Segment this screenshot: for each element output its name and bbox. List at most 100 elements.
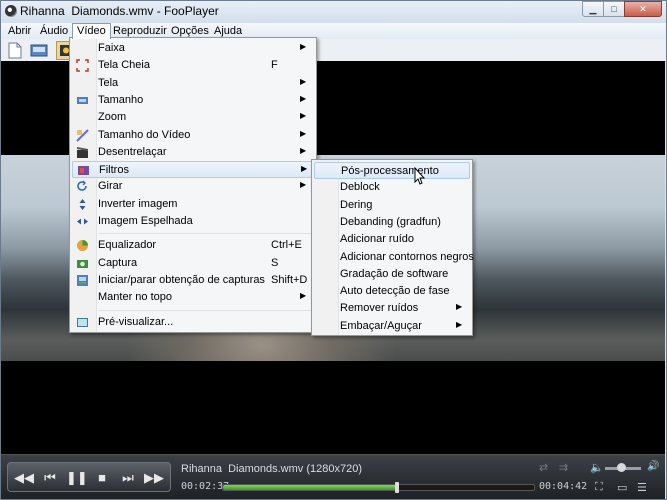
playlist-icon[interactable]: ☰ (637, 481, 647, 494)
fullscreen-toggle-icon[interactable]: ⛶ (595, 481, 603, 494)
window-title: Rihanna Diamonds.wmv - FooPlayer (20, 4, 219, 18)
menu-opcoes[interactable]: Opções (167, 24, 213, 38)
submenu-arrow-icon: ▶ (300, 76, 307, 86)
maximize-button[interactable]: □ (603, 1, 625, 17)
video-menu-item-faixa[interactable]: Faixa ▶ (72, 40, 314, 57)
video-menu-item-imagem-espelhada[interactable]: Imagem Espelhada (72, 213, 314, 230)
pause-button[interactable]: ❚❚ (66, 468, 88, 488)
menu-item-label: Manter no topo (98, 291, 172, 304)
previous-icon: ⏮ (44, 470, 56, 485)
filters-menu-item-auto-deteccao-de-fase[interactable]: Auto detecção de fase (314, 283, 470, 300)
shuffle-icon[interactable]: ⇉ (559, 461, 568, 474)
aspect-icon (76, 128, 89, 142)
filters-menu-item-remover-ruidos[interactable]: Remover ruídos ▶ (314, 300, 470, 317)
filters-menu-item-dering[interactable]: Dering (314, 197, 470, 214)
video-menu-item-captura[interactable]: Captura S (72, 255, 314, 272)
video-menu-item-tamanho[interactable]: Tamanho ▶ (72, 92, 314, 109)
video-menu-item-equalizador[interactable]: Equalizador Ctrl+E (72, 237, 314, 254)
title-bar[interactable]: Rihanna Diamonds.wmv - FooPlayer ▁ □ ✕ (1, 1, 666, 23)
video-menu-item-girar[interactable]: Girar ▶ (72, 178, 314, 195)
filters-menu-item-pos-processamento[interactable]: Pós-processamento (314, 162, 470, 179)
seek-handle[interactable] (395, 482, 400, 493)
menu-item-label: Imagem Espelhada (98, 215, 193, 227)
flip-vertical-icon (76, 198, 89, 211)
video-menu: Faixa ▶ Tela Cheia F Tela ▶ Tamanho ▶ Zoom ▶ Taman… (69, 37, 317, 333)
close-button[interactable]: ✕ (624, 1, 662, 17)
menu-abrir[interactable]: Abrir (4, 24, 35, 38)
video-menu-item-manter-no-topo[interactable]: Manter no topo ▶ (72, 289, 314, 306)
menu-item-label: Desentrelaçar (98, 145, 167, 158)
video-menu-item-iniciar-parar-obtencao-de-capturas[interactable]: Iniciar/parar obtenção de capturas Shift+… (72, 272, 314, 289)
compact-mode-icon[interactable]: ▭ (617, 481, 627, 494)
next-icon: ⏭ (122, 470, 134, 485)
maximize-icon: □ (611, 4, 617, 14)
video-menu-item-tela-cheia[interactable]: Tela Cheia F (72, 57, 314, 74)
menu-item-shortcut: Shift+D (271, 273, 308, 286)
menu-audio[interactable]: Áudio (36, 24, 72, 38)
minimize-icon: ▁ (589, 3, 597, 14)
menu-video[interactable]: Vídeo (72, 23, 111, 39)
seek-progress (223, 485, 398, 490)
menu-item-label: Remover ruídos (340, 302, 419, 315)
speaker-icon[interactable]: 🔈 (590, 461, 604, 474)
stop-icon: ■ (98, 470, 106, 485)
video-menu-item-filtros[interactable]: Filtros ▶ (72, 161, 314, 179)
transport-group: ◀◀ ⏮ ❚❚ ■ ⏭ ▶▶ (7, 462, 171, 492)
video-menu-item-desentrelacar[interactable]: Desentrelaçar ▶ (72, 144, 314, 161)
submenu-arrow-icon: ▶ (300, 111, 307, 121)
menu-item-shortcut: Ctrl+E (271, 239, 302, 252)
capture-multi-icon (76, 274, 89, 287)
menu-item-shortcut: F (271, 59, 278, 72)
rewind-button[interactable]: ◀◀ (14, 468, 34, 488)
rewind-icon: ◀◀ (14, 470, 34, 485)
screenshot-button[interactable] (29, 41, 49, 60)
submenu-arrow-icon: ▶ (301, 164, 308, 174)
menu-item-label: Adicionar contornos negros (340, 250, 474, 263)
menu-separator (98, 309, 314, 311)
filters-menu-item-debanding-gradfun[interactable]: Debanding (gradfun) (314, 214, 470, 231)
filters-menu-item-embacar-agucar[interactable]: Embaçar/Aguçar ▶ (314, 318, 470, 335)
equalizer-icon (76, 239, 89, 252)
previous-button[interactable]: ⏮ (40, 468, 60, 488)
close-icon: ✕ (639, 3, 647, 14)
preview-icon (76, 316, 89, 329)
mouse-cursor (414, 166, 426, 188)
seek-bar[interactable] (222, 482, 535, 493)
fast-forward-icon: ▶▶ (144, 470, 164, 485)
menu-item-label: Zoom (98, 111, 127, 124)
app-icon[interactable] (5, 5, 17, 17)
menu-item-shortcut: S (271, 256, 279, 269)
player-controls: ◀◀ ⏮ ❚❚ ■ ⏭ ▶▶ Rihanna Diamonds.wmv (128… (1, 454, 665, 499)
menu-separator (98, 233, 314, 235)
menu-item-label: Captura (98, 256, 138, 269)
submenu-arrow-icon: ▶ (300, 291, 307, 301)
next-button[interactable]: ⏭ (118, 468, 138, 488)
screenshot-icon (30, 44, 48, 57)
video-menu-item-tamanho-do-video[interactable]: Tamanho do Vídeo ▶ (72, 127, 314, 144)
resize-icon (76, 94, 89, 107)
menu-ajuda[interactable]: Ajuda (210, 24, 246, 38)
menu-item-label: Debanding (gradfun) (340, 215, 441, 228)
open-file-button[interactable] (5, 41, 25, 60)
volume-knob[interactable] (617, 463, 627, 472)
submenu-arrow-icon: ▶ (456, 302, 463, 312)
video-menu-item-inverter-imagem[interactable]: Inverter imagem (72, 196, 314, 213)
submenu-arrow-icon: ▶ (300, 93, 307, 103)
filters-menu-item-adicionar-ruido[interactable]: Adicionar ruído (314, 231, 470, 248)
menu-reproduzir[interactable]: Reproduzir (109, 24, 171, 38)
total-time: 00:04:42 (539, 481, 588, 492)
minimize-button[interactable]: ▁ (582, 1, 604, 17)
video-menu-item-tela[interactable]: Tela ▶ (72, 75, 314, 92)
filters-menu-item-adicionar-contornos-negros[interactable]: Adicionar contornos negros (314, 249, 474, 266)
menu-item-label: Iniciar/parar obtenção de capturas (98, 273, 265, 286)
menu-item-label: Tamanho do Vídeo (98, 128, 191, 141)
clapper-icon (76, 146, 89, 159)
video-menu-item-pre-visualizar[interactable]: Pré-visualizar... (72, 314, 314, 331)
menu-item-label: Deblock (340, 181, 380, 194)
filters-menu-item-gradacao-de-software[interactable]: Gradação de software (314, 266, 470, 283)
filters-menu-item-deblock[interactable]: Deblock (314, 179, 470, 196)
repeat-icon[interactable]: ⇄ (539, 461, 548, 474)
stop-button[interactable]: ■ (92, 468, 112, 488)
fast-forward-button[interactable]: ▶▶ (144, 468, 164, 488)
video-menu-item-zoom[interactable]: Zoom ▶ (72, 109, 314, 126)
